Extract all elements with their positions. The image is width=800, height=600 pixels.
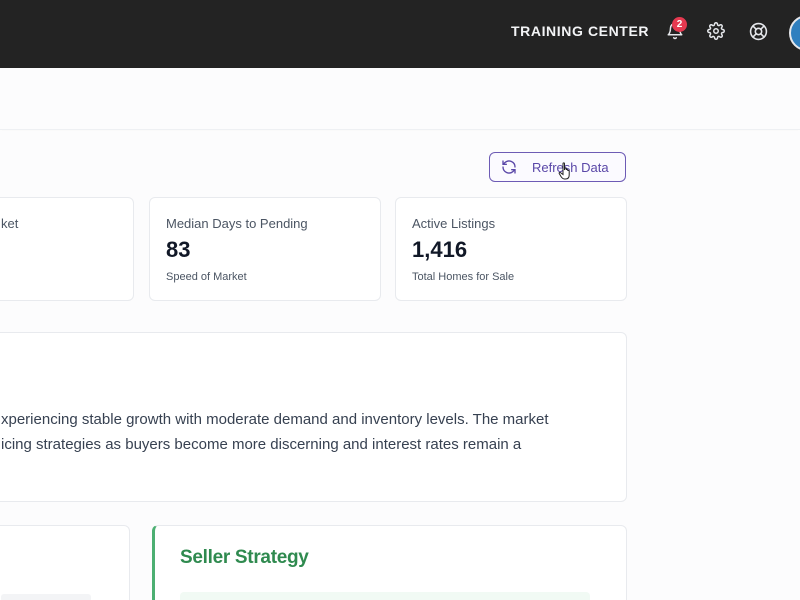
market-summary-text: xperiencing stable growth with moderate … [0,407,621,457]
seller-strategy-content [180,592,590,600]
notification-badge: 2 [672,17,687,32]
stat-card-median-days: Median Days to Pending 83 Speed of Marke… [149,197,381,301]
placeholder-bar [1,594,91,600]
stat-label: Median Days to Pending [166,216,308,231]
refresh-icon [501,159,517,175]
help-icon[interactable] [747,20,769,42]
gear-icon[interactable] [705,20,727,42]
seller-strategy-title: Seller Strategy [180,547,309,568]
hand-cursor-icon [558,162,570,180]
summary-line: icing strategies as buyers become more d… [1,436,522,453]
strategy-card-left [0,525,130,600]
avatar[interactable] [789,15,800,51]
market-summary-card: xperiencing stable growth with moderate … [0,332,627,502]
stat-subtext: Total Homes for Sale [412,271,515,283]
seller-strategy-card: Seller Strategy [152,525,627,600]
stat-subtext: Speed of Market [166,271,247,283]
stat-card-active-listings: Active Listings 1,416 Total Homes for Sa… [395,197,627,301]
training-center-link[interactable]: TRAINING CENTER [511,23,649,39]
summary-line: xperiencing stable growth with moderate … [1,411,549,428]
stat-card-market: ket [0,197,134,301]
stat-value: 83 [166,237,191,262]
stat-value: 1,416 [412,237,468,262]
stat-label: Active Listings [412,216,496,231]
top-bar: TRAINING CENTER 2 [0,0,800,68]
stat-label: ket [1,216,19,231]
page-header-band [0,68,800,130]
